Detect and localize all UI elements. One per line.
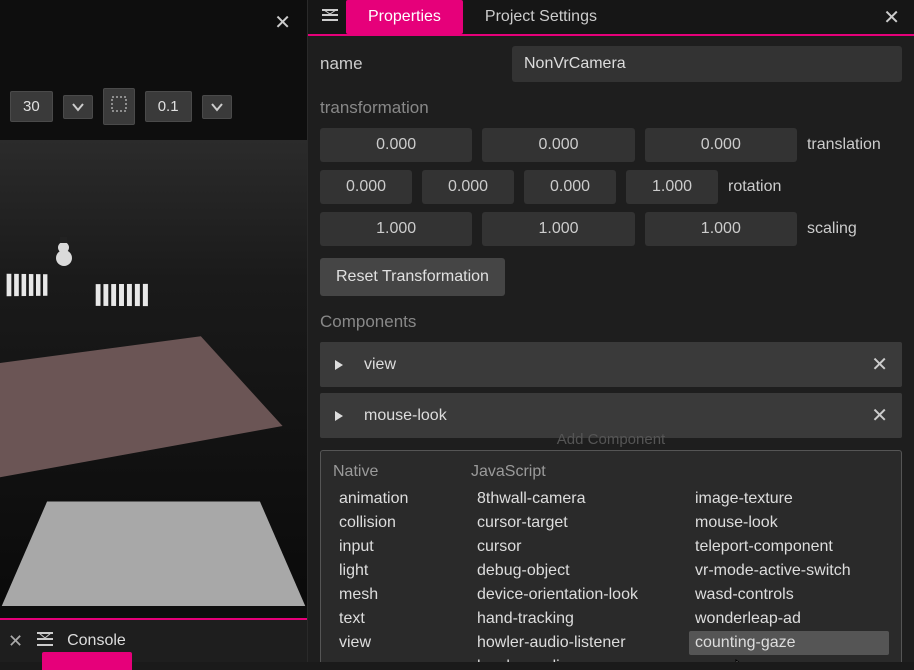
tab-bar: Properties Project Settings ✕ [308,0,914,36]
native-item[interactable]: light [333,559,453,583]
remove-icon[interactable]: ✕ [871,352,888,377]
hamburger-icon[interactable] [314,8,346,27]
active-subtab[interactable] [42,652,132,670]
chevron-down-icon [211,102,223,112]
scaling-x[interactable]: 1.000 [320,212,472,246]
js-item[interactable]: hand-tracking [471,607,671,631]
transformation-header: transformation [320,98,902,118]
js-item[interactable]: howler-audio-source [471,655,671,662]
translation-x[interactable]: 0.000 [320,128,472,162]
rotation-z[interactable]: 0.000 [524,170,616,204]
chevron-down-icon [72,102,84,112]
expand-icon[interactable] [334,410,344,422]
add-component-dropdown: Add Component Native animation collision… [320,450,902,662]
js-item[interactable]: wasd-controls [689,583,889,607]
native-header: Native [333,463,453,481]
component-view[interactable]: view ✕ [320,342,902,387]
scaling-y[interactable]: 1.000 [482,212,634,246]
js-item[interactable]: teleport-component [689,535,889,559]
snap-value-field[interactable]: 0.1 [145,91,192,122]
rotation-label: rotation [728,178,823,196]
javascript-header: JavaScript [471,463,671,481]
js-item[interactable]: vr-mode-active-switch [689,559,889,583]
component-label: view [364,356,851,374]
rotation-y[interactable]: 0.000 [422,170,514,204]
close-icon[interactable]: ✕ [274,10,291,35]
component-label: mouse-look [364,407,851,425]
rotation-x[interactable]: 0.000 [320,170,412,204]
native-item[interactable]: view [333,631,453,655]
native-item[interactable]: collision [333,511,453,535]
js-item[interactable]: device-orientation-look [471,583,671,607]
js-item[interactable]: mouse-look [689,511,889,535]
tab-properties[interactable]: Properties [346,0,463,34]
dropdown-button-2[interactable] [202,95,232,119]
close-icon[interactable]: ✕ [8,631,23,652]
translation-z[interactable]: 0.000 [645,128,797,162]
rotation-w[interactable]: 1.000 [626,170,718,204]
hamburger-icon[interactable] [37,632,53,651]
add-component-label: Add Component [321,431,901,448]
translation-label: translation [807,136,902,154]
console-bar: ✕ Console [0,618,307,662]
native-item[interactable]: animation [333,487,453,511]
spacer [689,463,889,481]
native-item[interactable]: input [333,535,453,559]
scaling-label: scaling [807,220,902,238]
js-item[interactable]: debug-object [471,559,671,583]
native-item[interactable]: mesh [333,583,453,607]
native-item[interactable]: text [333,607,453,631]
js-item-counting-gaze[interactable]: counting-gaze [689,631,889,655]
scaling-z[interactable]: 1.000 [645,212,797,246]
snowman-object [56,238,74,266]
fov-field[interactable]: 30 [10,91,53,122]
js-item[interactable]: wonderleap-ad [689,607,889,631]
snap-icon[interactable] [103,88,135,125]
js-item[interactable]: 8thwall-camera [471,487,671,511]
js-item[interactable]: cursor-target [471,511,671,535]
console-tab[interactable]: Console [67,632,126,650]
js-item[interactable]: image-texture [689,487,889,511]
inspector-panel: Properties Project Settings ✕ name trans… [308,0,914,662]
remove-icon[interactable]: ✕ [871,403,888,428]
translation-y[interactable]: 0.000 [482,128,634,162]
expand-icon[interactable] [334,359,344,371]
js-item[interactable]: howler-audio-listener [471,631,671,655]
dropdown-button[interactable] [63,95,93,119]
reset-transformation-button[interactable]: Reset Transformation [320,258,505,296]
close-icon[interactable]: ✕ [883,5,900,30]
viewport-panel: ✕ 30 0.1 [0,0,308,662]
3d-viewport[interactable] [0,140,307,606]
name-input[interactable] [512,46,902,82]
components-header: Components [320,312,902,332]
js-item[interactable]: cursor [471,535,671,559]
tab-project-settings[interactable]: Project Settings [463,0,619,34]
name-label: name [320,54,500,74]
